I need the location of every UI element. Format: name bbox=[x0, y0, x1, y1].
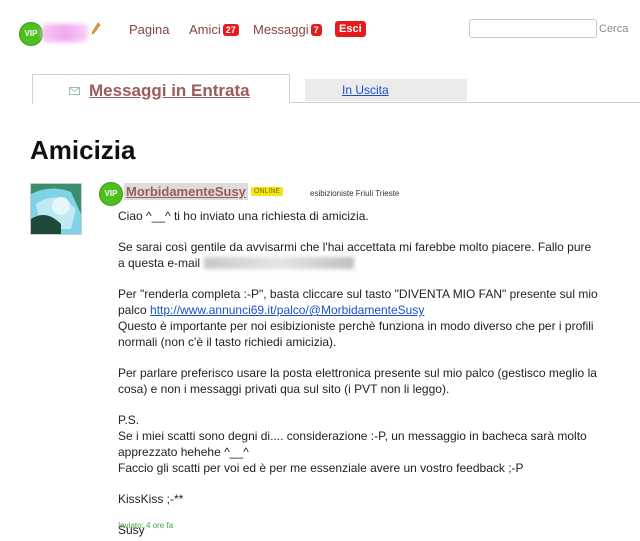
search-input[interactable] bbox=[469, 19, 597, 38]
sender-category: esibizioniste Friuli Trieste bbox=[310, 189, 400, 198]
ps-label: P.S. bbox=[118, 413, 140, 427]
paragraph-1-text: Se sarai così gentile da avvisarmi che l… bbox=[118, 240, 592, 270]
nav-amici-label: Amici bbox=[189, 22, 221, 37]
ps-line-1: Se i miei scatti sono degni di.... consi… bbox=[118, 429, 587, 459]
nav-amici[interactable]: Amici 27 bbox=[189, 22, 239, 37]
blurred-email bbox=[204, 257, 355, 269]
message-tabs: Messaggi in Entrata In Uscita bbox=[32, 74, 640, 104]
nav-messaggi[interactable]: Messaggi 7 bbox=[253, 22, 322, 37]
search-button[interactable]: Cerca bbox=[599, 23, 628, 35]
nav-messaggi-label: Messaggi bbox=[253, 22, 309, 37]
message-paragraph-2b: Questo è importante per noi esibizionist… bbox=[118, 319, 594, 349]
palco-link[interactable]: http://www.annunci69.it/palco/@Morbidame… bbox=[150, 303, 424, 317]
tab-inbox-label: Messaggi in Entrata bbox=[89, 81, 250, 100]
sender-name[interactable]: MorbidamenteSusy bbox=[124, 183, 248, 200]
message-paragraph-3: Per parlare preferisco usare la posta el… bbox=[118, 366, 597, 396]
message-paragraph-2: Per "renderla completa :-P", basta clicc… bbox=[118, 286, 598, 318]
vip-icon: VIP bbox=[19, 22, 43, 46]
tab-outbox-label: In Uscita bbox=[342, 83, 389, 97]
tab-outbox[interactable]: In Uscita bbox=[305, 79, 467, 101]
message-kiss: KissKiss ;-** bbox=[118, 492, 184, 506]
messaggi-count-badge: 7 bbox=[310, 24, 322, 36]
online-status-badge: ONLINE bbox=[251, 187, 284, 196]
sender-avatar[interactable] bbox=[30, 183, 82, 235]
message-body: Ciao ^__^ ti ho inviato una richiesta di… bbox=[118, 208, 598, 538]
page-title: Amicizia bbox=[30, 135, 136, 165]
top-bar: VIP Pagina Amici 27 Messaggi 7 Esci Cerca bbox=[0, 0, 640, 60]
avatar-image bbox=[31, 184, 81, 234]
logout-button[interactable]: Esci bbox=[335, 21, 366, 37]
message-signature: Susy bbox=[118, 523, 145, 537]
sender-vip-icon: VIP bbox=[99, 182, 123, 206]
blurred-username[interactable] bbox=[42, 24, 88, 42]
envelope-icon bbox=[69, 87, 80, 95]
amici-count-badge: 27 bbox=[222, 24, 239, 36]
message-paragraph-1: Se sarai così gentile da avvisarmi che l… bbox=[118, 239, 598, 271]
tab-inbox[interactable]: Messaggi in Entrata bbox=[32, 74, 290, 104]
ps-line-2: Faccio gli scatti per voi ed è per me es… bbox=[118, 461, 524, 475]
sent-time: Inviato: 4 ore fa bbox=[118, 521, 174, 530]
nav-pagina[interactable]: Pagina bbox=[129, 22, 169, 37]
message-greeting: Ciao ^__^ ti ho inviato una richiesta di… bbox=[118, 209, 369, 223]
pencil-icon[interactable] bbox=[91, 22, 101, 36]
